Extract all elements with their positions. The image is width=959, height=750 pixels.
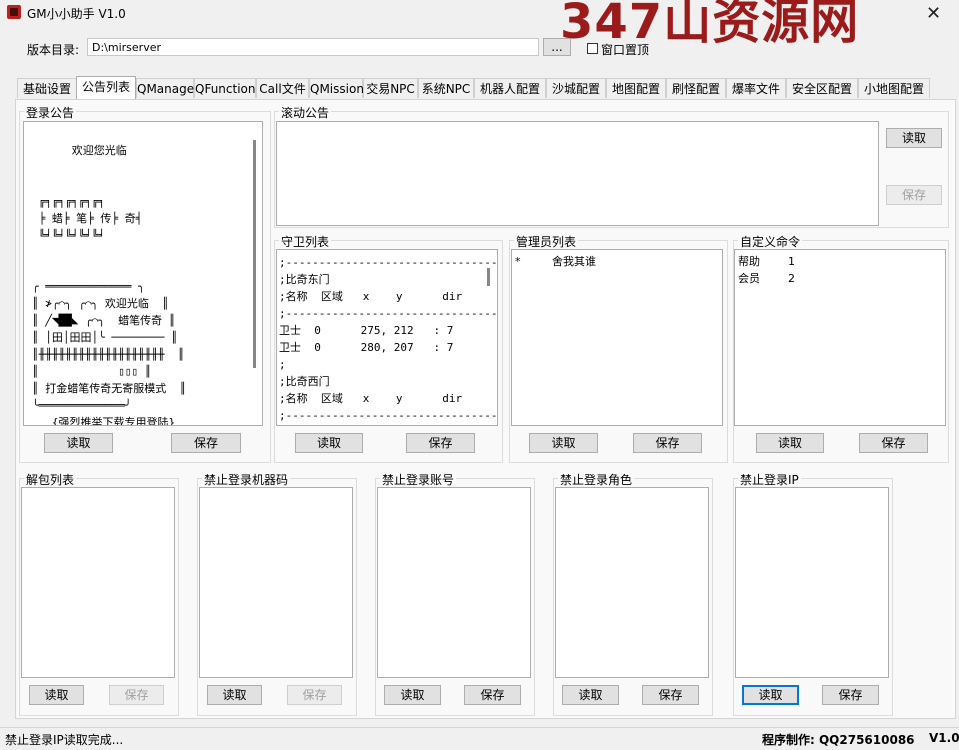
admin-list-read-button[interactable]: 读取 bbox=[529, 433, 598, 453]
ban-machine-textarea[interactable] bbox=[199, 487, 353, 678]
ban-role-read-button[interactable]: 读取 bbox=[562, 685, 619, 705]
guard-list-read-button[interactable]: 读取 bbox=[295, 433, 363, 453]
custom-cmd-textarea[interactable]: 帮助 1 会员 2 bbox=[734, 249, 946, 426]
ban-role-save-button[interactable]: 保存 bbox=[642, 685, 699, 705]
tab-robot-config[interactable]: 机器人配置 bbox=[474, 78, 546, 98]
browse-button[interactable]: ... bbox=[543, 38, 571, 56]
admin-list-text: * 舍我其谁 bbox=[515, 255, 596, 268]
admin-list-textarea[interactable]: * 舍我其谁 bbox=[511, 249, 723, 426]
guard-list-text: ;------------------------------------- ;… bbox=[279, 256, 498, 422]
tab-castle-config[interactable]: 沙城配置 bbox=[546, 78, 606, 98]
custom-cmd-read-button[interactable]: 读取 bbox=[756, 433, 824, 453]
ban-machine-save-button[interactable]: 保存 bbox=[287, 685, 342, 705]
ban-account-textarea[interactable] bbox=[377, 487, 531, 678]
admin-list-save-button[interactable]: 保存 bbox=[633, 433, 702, 453]
ban-machine-read-button[interactable]: 读取 bbox=[207, 685, 262, 705]
unpack-list-read-button[interactable]: 读取 bbox=[29, 685, 84, 705]
tab-qfunction[interactable]: QFunction bbox=[194, 78, 256, 98]
custom-cmd-text: 帮助 1 会员 2 bbox=[738, 255, 795, 285]
login-notice-save-button[interactable]: 保存 bbox=[171, 433, 241, 453]
ban-account-label: 禁止登录账号 bbox=[380, 471, 457, 488]
topmost-label[interactable]: 窗口置顶 bbox=[601, 41, 649, 58]
tab-minimap-config[interactable]: 小地图配置 bbox=[858, 78, 930, 98]
ban-account-read-button[interactable]: 读取 bbox=[384, 685, 441, 705]
status-author: 程序制作: QQ275610086 bbox=[762, 733, 915, 747]
ban-ip-textarea[interactable] bbox=[735, 487, 889, 678]
close-icon[interactable]: ✕ bbox=[926, 3, 941, 24]
scroll-notice-label: 滚动公告 bbox=[279, 104, 332, 121]
scroll-notice-textarea[interactable] bbox=[276, 121, 879, 226]
ban-ip-save-button[interactable]: 保存 bbox=[822, 685, 879, 705]
unpack-list-textarea[interactable] bbox=[21, 487, 175, 678]
ban-machine-label: 禁止登录机器码 bbox=[202, 471, 291, 488]
login-notice-label: 登录公告 bbox=[24, 104, 77, 121]
tab-drop-file[interactable]: 爆率文件 bbox=[726, 78, 786, 98]
ban-account-save-button[interactable]: 保存 bbox=[464, 685, 521, 705]
tab-qmission[interactable]: QMission bbox=[309, 78, 364, 98]
tab-safezone-config[interactable]: 安全区配置 bbox=[786, 78, 858, 98]
login-notice-text: 欢迎您光临 ╔╕╔╕╔╕╔╕╔╕ ╞ 蜡╞ 笔╞ 传╞ 奇╡ ╚╛╚╛╚╛╚╛╚… bbox=[32, 144, 187, 426]
tab-qmanage[interactable]: QManage bbox=[136, 78, 194, 98]
status-version: V1.0 bbox=[929, 731, 959, 745]
tab-map-config[interactable]: 地图配置 bbox=[606, 78, 666, 98]
app-icon bbox=[7, 5, 21, 19]
login-notice-read-button[interactable]: 读取 bbox=[44, 433, 113, 453]
tab-monster-config[interactable]: 刷怪配置 bbox=[666, 78, 726, 98]
status-message: 禁止登录IP读取完成... bbox=[5, 733, 124, 747]
guard-list-scrollbar[interactable] bbox=[487, 268, 490, 286]
login-notice-scrollbar[interactable] bbox=[253, 140, 256, 368]
custom-cmd-label: 自定义命令 bbox=[738, 233, 803, 250]
version-dir-label: 版本目录: bbox=[27, 43, 80, 57]
custom-cmd-save-button[interactable]: 保存 bbox=[859, 433, 928, 453]
version-dir-input[interactable]: D:\mirserver bbox=[87, 38, 539, 56]
login-notice-textarea[interactable]: 欢迎您光临 ╔╕╔╕╔╕╔╕╔╕ ╞ 蜡╞ 笔╞ 传╞ 奇╡ ╚╛╚╛╚╛╚╛╚… bbox=[23, 121, 263, 426]
ban-ip-read-button[interactable]: 读取 bbox=[742, 685, 799, 705]
guard-list-label: 守卫列表 bbox=[279, 233, 332, 250]
scroll-notice-save-button[interactable]: 保存 bbox=[886, 185, 942, 205]
topmost-checkbox[interactable] bbox=[587, 43, 598, 54]
unpack-list-label: 解包列表 bbox=[24, 471, 77, 488]
tab-basic-settings[interactable]: 基础设置 bbox=[17, 78, 77, 98]
guard-list-textarea[interactable]: ;------------------------------------- ;… bbox=[276, 249, 498, 426]
scroll-notice-read-button[interactable]: 读取 bbox=[886, 128, 942, 148]
ban-role-textarea[interactable] bbox=[555, 487, 709, 678]
window-title: GM小小助手 V1.0 bbox=[27, 7, 126, 21]
guard-list-save-button[interactable]: 保存 bbox=[406, 433, 475, 453]
ban-ip-label: 禁止登录IP bbox=[738, 471, 801, 488]
tab-notice-list[interactable]: 公告列表 bbox=[76, 76, 136, 99]
tab-call-file[interactable]: Call文件 bbox=[256, 78, 309, 98]
admin-list-label: 管理员列表 bbox=[514, 233, 579, 250]
tab-trade-npc[interactable]: 交易NPC bbox=[363, 78, 418, 98]
ban-role-label: 禁止登录角色 bbox=[558, 471, 635, 488]
unpack-list-save-button[interactable]: 保存 bbox=[109, 685, 164, 705]
tab-system-npc[interactable]: 系统NPC bbox=[418, 78, 474, 98]
